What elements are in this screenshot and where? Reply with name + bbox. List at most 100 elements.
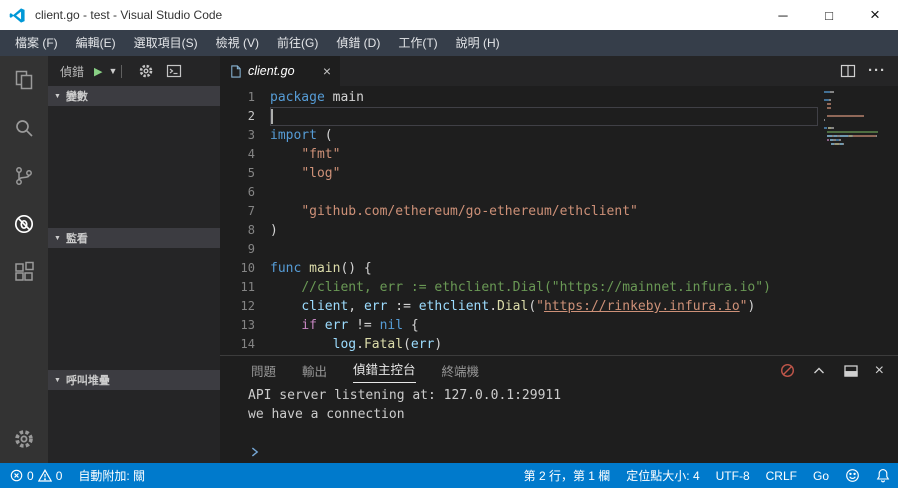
panel-tab-terminal[interactable]: 終端機	[429, 356, 493, 385]
menu-item[interactable]: 前往(G)	[268, 30, 327, 56]
status-right: 第 2 行，第 1 欄定位點大小: 4 UTF-8 CRLF Go	[516, 463, 898, 488]
line-number: 12	[240, 299, 255, 313]
encoding-status[interactable]: UTF-8	[708, 463, 758, 488]
language-mode-status[interactable]: Go	[805, 463, 837, 488]
more-actions-icon[interactable]: ···	[868, 63, 886, 78]
chevron-down-icon: ▼	[54, 234, 61, 242]
line-number: 5	[247, 166, 255, 180]
prompt-chevron-icon	[248, 445, 262, 459]
code-lines[interactable]: 1 package main 2 3 import (4 "fmt" 5 "log" 6 7 …	[220, 86, 818, 355]
activity-bar-item-extensions[interactable]	[0, 248, 48, 296]
code-line[interactable]: 5 "log"	[220, 164, 818, 183]
menu-item[interactable]: 偵錯 (D)	[327, 30, 389, 56]
panel-tab-problems[interactable]: 問題	[238, 356, 289, 385]
activity-bar-item-manage[interactable]	[0, 415, 48, 463]
code-line[interactable]: 9	[220, 240, 818, 259]
code-line[interactable]: 14 log.Fatal(err)	[220, 335, 818, 354]
code-line[interactable]: 2	[220, 107, 818, 126]
chevron-down-icon: ▼	[54, 376, 61, 384]
clear-console-icon[interactable]	[780, 363, 795, 378]
console-line: we have a connection	[248, 407, 405, 422]
notifications-bell-icon[interactable]	[868, 463, 898, 488]
sidebar-title: 偵錯	[60, 64, 85, 79]
debug-gear-icon[interactable]	[138, 63, 154, 79]
watch-panel	[48, 248, 220, 370]
section-label: 呼叫堆疊	[65, 375, 110, 387]
line-number: 4	[247, 147, 255, 161]
maximize-button[interactable]: □	[806, 0, 852, 30]
cursor-position-status[interactable]: 第 2 行，第 1 欄	[516, 463, 619, 488]
tab-client-go[interactable]: client.go ×	[220, 56, 340, 86]
menu-item[interactable]: 檢視 (V)	[207, 30, 268, 56]
close-button[interactable]: ×	[852, 0, 898, 30]
panel-tab-bar: 問題 輸出 偵錯主控台 終端機 ×	[220, 356, 898, 385]
menu-item[interactable]: 說明 (H)	[447, 30, 509, 56]
section-header-watch[interactable]: ▼ 監看	[48, 228, 220, 248]
side-bar-debug: 偵錯 ▶ ▼ ▼ 變數 ▼ 監看 ▼ 呼叫堆疊	[48, 56, 220, 463]
menu-item[interactable]: 工作(T)	[389, 30, 446, 56]
section-label: 監看	[65, 233, 88, 245]
menu-item[interactable]: 檔案 (F)	[6, 30, 67, 56]
feedback-smiley-icon[interactable]	[837, 463, 868, 488]
window-title: client.go - test - Visual Studio Code	[35, 8, 223, 22]
status-left: 0 0 自動附加: 關	[2, 463, 153, 488]
tab-size-status[interactable]: 定位點大小: 4	[618, 463, 707, 488]
code-line[interactable]: 13 if err != nil {	[220, 316, 818, 335]
text-cursor	[271, 109, 273, 124]
code-line[interactable]: 12 client, err := ethclient.Dial("https:…	[220, 297, 818, 316]
warning-count: 0	[55, 468, 63, 483]
file-type-icon	[229, 64, 242, 78]
editor-actions: ···	[828, 56, 898, 86]
code-line[interactable]: 7 "github.com/ethereum/go-ethereum/ethcl…	[220, 202, 818, 221]
debug-console[interactable]: API server listening at: 127.0.0.1:29911…	[220, 385, 898, 463]
line-number: 7	[247, 204, 255, 218]
gear-icon	[12, 427, 36, 451]
code-line[interactable]: 4 "fmt"	[220, 145, 818, 164]
variables-panel	[48, 106, 220, 228]
tab-close-icon[interactable]: ×	[323, 63, 331, 79]
activity-bar-item-source-control[interactable]	[0, 152, 48, 200]
title-bar: client.go - test - Visual Studio Code ─ …	[0, 0, 898, 30]
minimize-button[interactable]: ─	[760, 0, 806, 30]
code-line[interactable]: 1 package main	[220, 88, 818, 107]
code-line[interactable]: 8)	[220, 221, 818, 240]
code-line[interactable]: 6	[220, 183, 818, 202]
editor[interactable]: 1 package main 2 3 import (4 "fmt" 5 "log" 6 7 …	[220, 86, 898, 355]
warning-icon	[37, 469, 52, 482]
line-number: 13	[240, 318, 255, 332]
line-number: 6	[247, 185, 255, 199]
panel-layout-icon[interactable]	[843, 363, 859, 379]
menu-item[interactable]: 編輯(E)	[67, 30, 125, 56]
activity-bar-item-debug[interactable]	[0, 200, 48, 248]
problems-status[interactable]: 0 0	[2, 463, 70, 488]
debug-console-toggle-icon[interactable]	[166, 63, 182, 79]
vscode-logo-icon	[9, 7, 26, 24]
eol-status[interactable]: CRLF	[758, 463, 805, 488]
code-line[interactable]: 11 //client, err := ethclient.Dial("http…	[220, 278, 818, 297]
split-editor-icon[interactable]	[840, 63, 856, 79]
console-output: API server listening at: 127.0.0.1:29911…	[248, 386, 898, 424]
activity-bar-item-search[interactable]	[0, 104, 48, 152]
panel-tab-output[interactable]: 輸出	[289, 356, 340, 385]
start-debugging-button[interactable]: ▶	[94, 65, 102, 78]
line-number: 14	[240, 337, 255, 351]
activity-bar-item-explorer[interactable]	[0, 56, 48, 104]
panel-tab-debug-console[interactable]: 偵錯主控台	[340, 356, 429, 385]
tab-label: client.go	[248, 64, 295, 78]
line-number: 2	[247, 109, 255, 123]
activity-bar	[0, 56, 48, 463]
minimap[interactable]	[818, 86, 898, 355]
debug-console-input[interactable]	[248, 443, 898, 461]
code-line[interactable]: 3 import (	[220, 126, 818, 145]
menu-item[interactable]: 選取項目(S)	[125, 30, 207, 56]
section-header-variables[interactable]: ▼ 變數	[48, 86, 220, 106]
debug-config-dropdown[interactable]: ▼	[108, 66, 117, 76]
console-line: API server listening at: 127.0.0.1:29911	[248, 388, 562, 403]
section-header-call-stack[interactable]: ▼ 呼叫堆疊	[48, 370, 220, 390]
maximize-panel-icon[interactable]	[811, 363, 827, 379]
code-line[interactable]: 10 func main() {	[220, 259, 818, 278]
auto-attach-status[interactable]: 自動附加: 關	[70, 463, 153, 488]
line-number: 11	[240, 280, 255, 294]
close-panel-icon[interactable]: ×	[875, 362, 884, 378]
debug-toolbar: 偵錯 ▶ ▼	[48, 56, 220, 86]
